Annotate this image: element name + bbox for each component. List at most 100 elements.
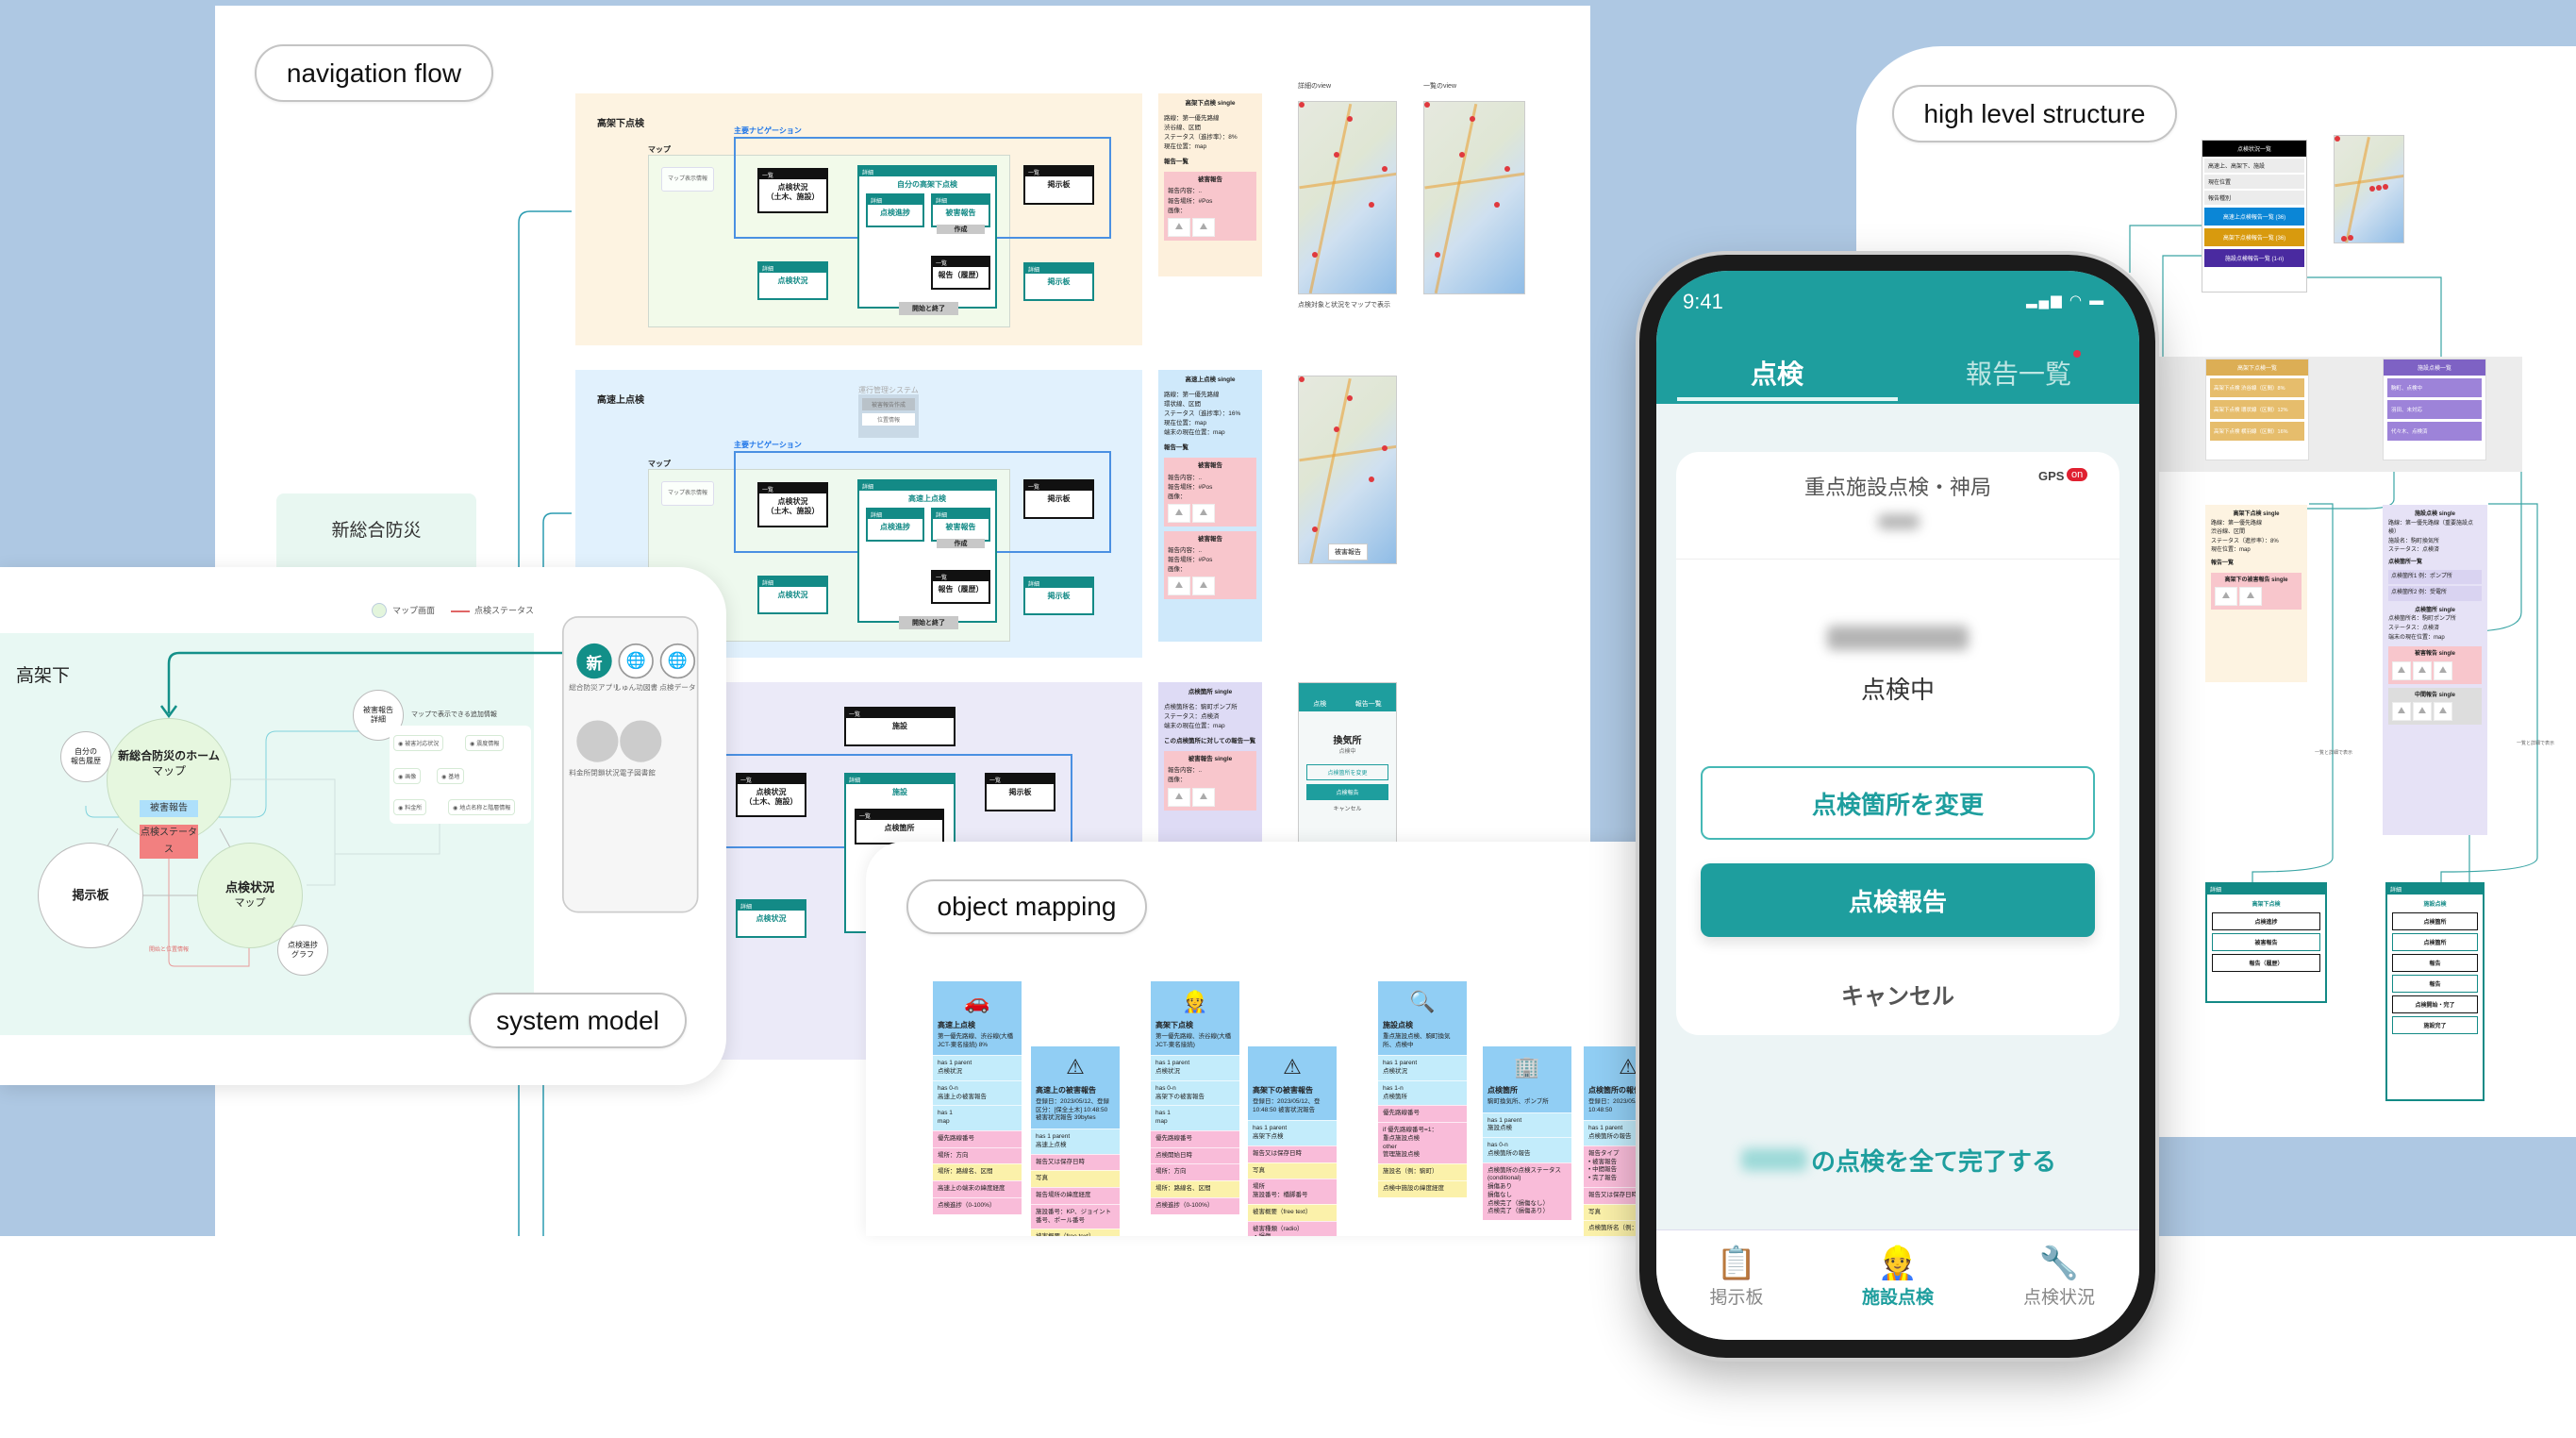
detail-item: 報告（履歴） (2212, 954, 2320, 972)
map-pin-icon (1369, 202, 1374, 208)
detail-right: 詳細 施設点検 点検箇所 点検箇所 報告 報告 点検開始・完了 施設完了 (2385, 882, 2485, 1101)
flow-box-header: 詳細 (859, 167, 995, 176)
object-attribute: 点検中施設の緯度経度 (1378, 1179, 1467, 1197)
app-placeholder-icon[interactable] (620, 720, 662, 762)
subcard-line: 報告内容：.. (1168, 474, 1203, 481)
single-line: 現在位置：map (2211, 547, 2251, 554)
flow-box-label: 掲示板 (1047, 592, 1071, 600)
nav-inspection-status[interactable]: 🔧 点検状況 (1979, 1244, 2139, 1309)
flow-box: 詳細 点検状況 (736, 899, 806, 938)
flow-box-label: 報告（履歴） (938, 271, 984, 279)
phone-mockup: 9:41 ▂▄▆ ◠ ▬ 点検 報告一覧 重点施設点検・神局 GPS on 点検… (1639, 255, 2155, 1358)
filter-item: 報告種別 (2204, 191, 2304, 205)
complete-all-link[interactable]: の点検を全て完了する (1705, 1143, 2092, 1177)
app-placeholder-icon[interactable] (576, 720, 619, 762)
system-box: 被害報告作成 位置情報 (858, 394, 919, 438)
map-caption: 点検対象と状況をマップで表示 (1298, 302, 1390, 309)
report-list-button[interactable]: 施設点検報告一覧 (1-n) (2204, 249, 2304, 267)
globe-icon[interactable]: 🌐 (618, 643, 654, 679)
flow-box-header: 一覧 (987, 775, 1054, 784)
sub-single-title: 点検箇所 single (2414, 607, 2455, 613)
list-item: 羽田、未対応 (2387, 400, 2482, 419)
change-location-button[interactable]: 点検箇所を変更 (1701, 766, 2095, 840)
object-title: 点検箇所 (1487, 1086, 1518, 1095)
map-pin-icon (2348, 235, 2353, 241)
object-attribute: 施設名（例：駒町） (1378, 1163, 1467, 1180)
map-pin-icon (1382, 445, 1388, 451)
list-item: 代々木、点検済 (2387, 422, 2482, 441)
card-divider (1676, 559, 2119, 560)
phone-home-screen: 新総合防災アプリ 🌐 しゅん功図書 🌐 点検データ 料金所閉鎖状況 電子図書館 (562, 616, 699, 913)
nav-facility-inspection[interactable]: 👷 施設点検 (1818, 1244, 1978, 1309)
report-list-button[interactable]: 高架下点検報告一覧 (36) (2204, 228, 2304, 246)
cancel-button[interactable]: キャンセル (1676, 978, 2119, 1011)
report-subcard: 被害報告 報告内容：.. 報告場所：#Pos 画像： ⛰ ⛰ (1164, 172, 1256, 241)
status-list-panel: 点検状況一覧 高速上、高架下、施設 現在位置 報告種別 高速上点検報告一覧 (36) 高架… (2202, 140, 2307, 293)
object-mapping-label: object mapping (906, 879, 1147, 934)
redacted-facility (1740, 1148, 1807, 1171)
map-label: マップ (648, 145, 671, 154)
subcard-line: 画像： (1168, 207, 1187, 214)
flow-panel-title: 高速上点検 (597, 395, 644, 406)
subcard-line: 報告場所：#Pos (1168, 483, 1213, 491)
single-line: 渋谷線、区間 (1164, 125, 1201, 132)
nav-label: 点検状況 (2022, 1288, 2095, 1308)
tab-report-list[interactable]: 報告一覧 (1898, 354, 2139, 392)
list-item: 高架下点検 環状線（区間）12% (2210, 400, 2304, 419)
start-label: 開始と位置情報 (149, 947, 190, 953)
object-attribute: has 1 parent 点検状況 (933, 1055, 1022, 1080)
inspection-status: 点検中 (1860, 676, 1935, 704)
subcard-title: 被害報告 single (2414, 651, 2455, 658)
object-attribute: has 1 parent 高速上点検 (1031, 1129, 1120, 1154)
warning-icon: ⚠ (1066, 1055, 1085, 1078)
building-icon: 🏢 (1514, 1055, 1540, 1078)
single-list-heading: 報告一覧 (1164, 159, 1188, 166)
flow-box: 一覧 報告（履歴） (931, 256, 990, 290)
nav-label: 施設点検 (1861, 1288, 1934, 1308)
report-list-button[interactable]: 高速上点検報告一覧 (36) (2204, 208, 2304, 226)
status-list-title: 点検状況一覧 (2202, 141, 2306, 157)
object-attribute: has 1 parent 点検状況 (1151, 1055, 1239, 1080)
subcard-title: 被害報告 (1198, 462, 1222, 470)
object-card: ⚠ 高速上の被害報告 登録日：2023/05/12、登録区分：[保全土木] 10:4… (1031, 1046, 1120, 1236)
single-line: 端末の現在位置：map (1164, 723, 1225, 730)
chip-label: 料金所 (405, 806, 423, 811)
edge-label: 一覧と詳細で表示 (2315, 750, 2353, 756)
subcard-line: 報告内容：.. (1168, 767, 1203, 775)
map-pin-icon (2383, 184, 2388, 190)
app-new-icon[interactable]: 新 (576, 643, 612, 679)
nav-bulletin-board[interactable]: 📋 掲示板 (1656, 1244, 1817, 1309)
single-line: 渋谷線、区間 (2211, 529, 2246, 536)
flow-box-header: 一覧 (846, 709, 954, 718)
flow-box-header: 一覧 (1025, 167, 1092, 176)
map-pin-icon (1347, 395, 1353, 401)
flow-box-label: マップ表示情報 (667, 491, 707, 496)
list-item: 高架下点検 横羽線（区間）16% (2210, 422, 2304, 441)
extra-info-chip: ◉ 画像 (393, 768, 422, 784)
image-placeholder-icon: ⛰ (1168, 217, 1190, 237)
map-road (1299, 172, 1396, 190)
location-item: 点検箇所1 例：ポンプ所 (2388, 569, 2482, 585)
extra-info-title: マップで表示できる追加情報 (411, 711, 497, 718)
object-card-header: 🔍 施設点検 重点施設点検、駒町換気所、点検中 (1378, 981, 1467, 1056)
mini-phone-place: 換気所 (1333, 736, 1362, 746)
flow-box-label: 開始と終了 (912, 306, 945, 312)
object-attribute: 点検進捗（0-100%） (1151, 1196, 1239, 1214)
view-label: 一覧のview (1423, 83, 1457, 90)
flow-box: 一覧 点検状況 （土木、施設） (757, 168, 828, 213)
inspection-report-button[interactable]: 点検報告 (1701, 863, 2095, 937)
tab-inspection[interactable]: 点検 (1656, 354, 1898, 392)
globe-icon[interactable]: 🌐 (659, 643, 696, 679)
flow-box: 詳細 掲示板 (1023, 577, 1094, 615)
object-attribute: 被害概要（free text） (1248, 1203, 1337, 1221)
object-title: 高速上点検 (938, 1021, 975, 1029)
single-title: 施設点検 single (2414, 511, 2455, 517)
single-view-card: 高架下点検 single 路線：第一優先路線 渋谷線、区間 ステータス（進捗率）：8%… (1158, 93, 1262, 276)
flow-box-label: 点検状況 (777, 591, 808, 599)
extra-info-chip: ◉ 被害対応状況 (393, 735, 444, 751)
object-card: 🚗 高速上点検 第一優先路線、渋谷線(大橋JCT-東名接続) 8% has 1 par… (933, 981, 1022, 1236)
subcard-title: 被害報告 (1198, 535, 1222, 543)
chip-label: 地点名称と階層情報 (459, 806, 511, 811)
subcard-title: 被害報告 (1198, 176, 1222, 184)
single-line: 環状線、区間 (1164, 401, 1201, 409)
